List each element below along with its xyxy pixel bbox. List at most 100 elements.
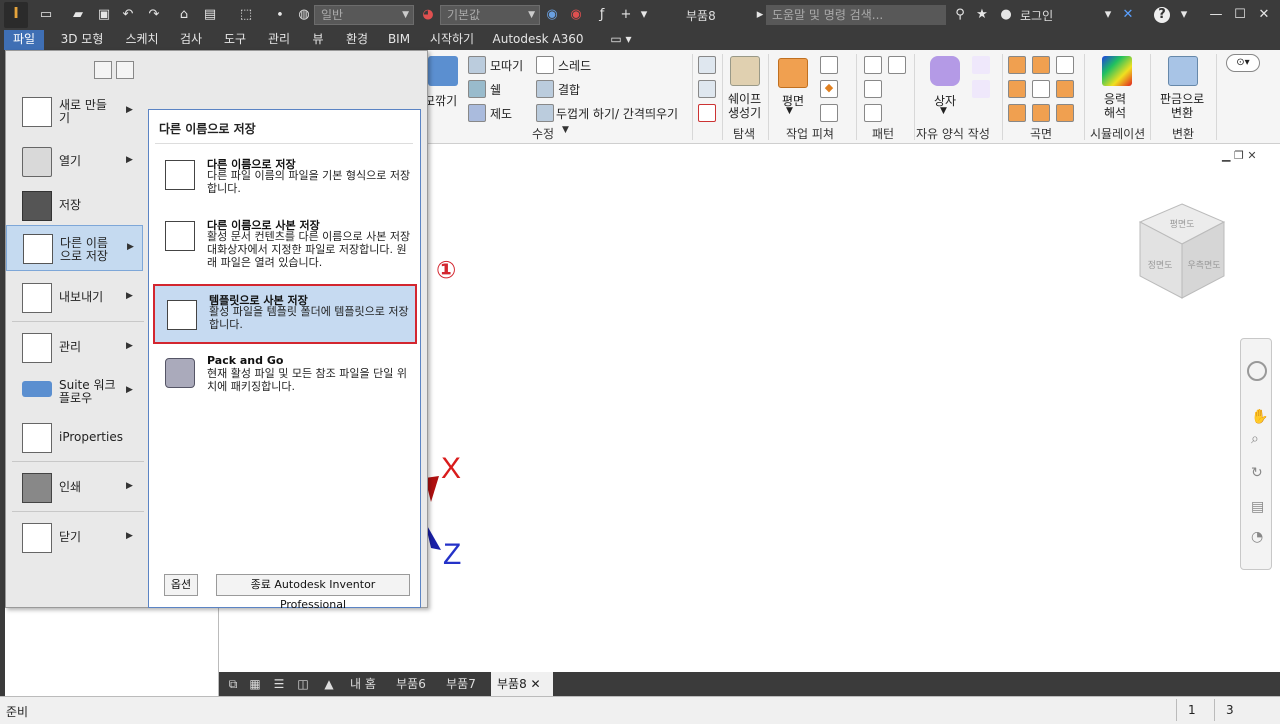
tab-overflow[interactable]: ▭ ▾	[606, 30, 636, 50]
menu-item-print[interactable]: 인쇄 ▶	[6, 463, 143, 513]
minimize-icon[interactable]: —	[1208, 7, 1224, 23]
tab-my-home[interactable]: 내 홈	[343, 672, 383, 696]
combine-icon[interactable]	[536, 80, 554, 98]
menu-item-export[interactable]: 내보내기 ▶	[6, 273, 143, 323]
open-icon[interactable]: ▰	[70, 7, 86, 23]
star-icon[interactable]: ★	[974, 7, 990, 23]
viewcube[interactable]: 평면도 정면도 우측면도	[1138, 200, 1226, 310]
appearance-icon[interactable]: ◕	[420, 7, 436, 23]
thicken-button[interactable]: 두껍게 하기/ 간격띄우기	[556, 105, 678, 122]
tile-icon[interactable]: ▦	[245, 672, 265, 696]
shell-button[interactable]: 쉘	[490, 81, 501, 98]
tab-a360[interactable]: Autodesk A360	[490, 30, 586, 50]
fillet-icon[interactable]	[428, 56, 458, 86]
plus-icon[interactable]: +	[618, 7, 634, 23]
freeform-box-icon[interactable]	[930, 56, 960, 86]
home-icon[interactable]: ⌂	[176, 7, 192, 23]
walk-icon[interactable]: ◔	[1251, 529, 1263, 545]
chevron-down-icon[interactable]: ▾	[1100, 7, 1116, 23]
replace-face-icon[interactable]	[1056, 80, 1074, 98]
submenu-item-save-copy-as-template[interactable]: 템플릿으로 사본 저장 활성 파일을 템플릿 폴더에 템플릿으로 저장합니다.	[153, 284, 417, 344]
chamfer-button[interactable]: 모따기	[490, 57, 523, 74]
menu-item-new[interactable]: 새로 만들 기 ▶	[6, 87, 143, 137]
recent-docs-icon[interactable]	[94, 61, 112, 79]
stress-analysis-button[interactable]: 응력 해석	[1104, 92, 1126, 120]
options-button[interactable]: 옵션	[164, 574, 198, 596]
tab-inspect[interactable]: 검사	[174, 30, 208, 50]
update-icon[interactable]: ▤	[202, 7, 218, 23]
menu-item-close[interactable]: 닫기 ▶	[6, 513, 143, 563]
exit-button[interactable]: 종료 Autodesk Inventor Professional	[216, 574, 410, 611]
sculpt-icon[interactable]	[1032, 56, 1050, 74]
submenu-item-save-as[interactable]: 다른 이름으로 저장 다른 파일 이름의 파일을 기본 형식으로 저장합니다.	[153, 156, 417, 210]
tab-environment[interactable]: 환경	[340, 30, 374, 50]
tab-part7[interactable]: 부품7	[439, 672, 483, 696]
circular-pattern-icon[interactable]	[864, 80, 882, 98]
select-icon[interactable]: ⬚	[238, 7, 254, 23]
style-dropdown[interactable]: 일반 ▼	[314, 5, 414, 25]
point-icon[interactable]: ∙	[272, 7, 288, 23]
material-dropdown[interactable]: 기본값 ▼	[440, 5, 540, 25]
sketch-pattern-icon[interactable]	[864, 104, 882, 122]
chevron-up-icon[interactable]: ▲	[319, 672, 339, 696]
open-docs-icon[interactable]	[116, 61, 134, 79]
chevron-down-icon[interactable]: ▼	[786, 106, 793, 116]
document-window-controls[interactable]: ▁ ❐ ✕	[1222, 149, 1257, 162]
menu-item-save-as[interactable]: 다른 이름 으로 저장 ▶	[6, 225, 143, 271]
convert-sheetmetal-button[interactable]: 판금으로 변환	[1160, 92, 1204, 120]
freeform-face-icon[interactable]	[972, 80, 990, 98]
chevron-down-icon[interactable]: ▼	[940, 106, 947, 116]
section-icon[interactable]	[698, 80, 716, 98]
login-button[interactable]: 로그인	[1020, 7, 1053, 24]
binoculars-icon[interactable]: ⚲	[952, 7, 968, 23]
tab-tools[interactable]: 도구	[218, 30, 252, 50]
freeform-edit-icon[interactable]	[972, 56, 990, 74]
app-logo[interactable]: I	[4, 2, 28, 28]
menu-item-open[interactable]: 열기 ▶	[6, 137, 143, 187]
draft-button[interactable]: 제도	[490, 105, 512, 122]
chamfer-icon[interactable]	[468, 56, 486, 74]
chevron-down-icon[interactable]: ▾	[1176, 7, 1192, 23]
chevron-down-icon[interactable]: ▼	[562, 125, 569, 135]
submenu-item-pack-and-go[interactable]: Pack and Go 현재 활성 파일 및 모든 참조 파일을 단일 위치에 …	[153, 354, 417, 398]
menu-item-iproperties[interactable]: iProperties	[6, 413, 143, 463]
shape-generator-button[interactable]: 쉐이프 생성기	[728, 92, 761, 120]
tab-3d-model[interactable]: 3D 모형	[54, 30, 110, 50]
cascade-icon[interactable]: ⧉	[223, 672, 243, 696]
menu-item-save[interactable]: 저장	[6, 181, 143, 231]
tab-part6[interactable]: 부품6	[389, 672, 433, 696]
color-override-icon[interactable]: ◉	[544, 7, 560, 23]
point-icon[interactable]: ◆	[820, 80, 838, 98]
extend-icon[interactable]	[1032, 80, 1050, 98]
delete-face-icon[interactable]	[698, 104, 716, 122]
globe-icon[interactable]: ◍	[296, 7, 312, 23]
axis-icon[interactable]	[820, 56, 838, 74]
ruled-surface-icon[interactable]	[1056, 104, 1074, 122]
shape-generator-icon[interactable]	[730, 56, 760, 86]
tab-file[interactable]: 파일	[4, 30, 44, 50]
draft-icon[interactable]	[468, 104, 486, 122]
trim-icon[interactable]	[1008, 80, 1026, 98]
menu-item-suite-workflows[interactable]: Suite 워크 플로우 ▶	[6, 367, 143, 417]
user-icon[interactable]: ●	[998, 7, 1014, 23]
close-icon[interactable]: ✕	[531, 677, 541, 691]
mirror-icon[interactable]	[888, 56, 906, 74]
horizontal-icon[interactable]: ☰	[269, 672, 289, 696]
zoom-icon[interactable]: ⌕	[1251, 431, 1259, 447]
pan-icon[interactable]: ✋	[1251, 409, 1268, 425]
look-at-icon[interactable]: ▤	[1251, 499, 1264, 515]
combine-button[interactable]: 결합	[558, 81, 580, 98]
thread-button[interactable]: 스레드	[558, 57, 591, 74]
help-icon[interactable]: ?	[1154, 7, 1170, 23]
patch-icon[interactable]	[1056, 56, 1074, 74]
menu-item-manage[interactable]: 관리 ▶	[6, 323, 143, 373]
tab-view[interactable]: 뷰	[306, 30, 330, 50]
new-icon[interactable]: ▭	[38, 7, 54, 23]
model-browser[interactable]	[5, 608, 219, 700]
orbit-icon[interactable]: ↻	[1251, 465, 1263, 481]
save-icon[interactable]: ▣	[96, 7, 112, 23]
thread-icon[interactable]	[536, 56, 554, 74]
lines-icon[interactable]	[698, 56, 716, 74]
sheetmetal-icon[interactable]	[1168, 56, 1198, 86]
tab-sketch[interactable]: 스케치	[120, 30, 164, 50]
